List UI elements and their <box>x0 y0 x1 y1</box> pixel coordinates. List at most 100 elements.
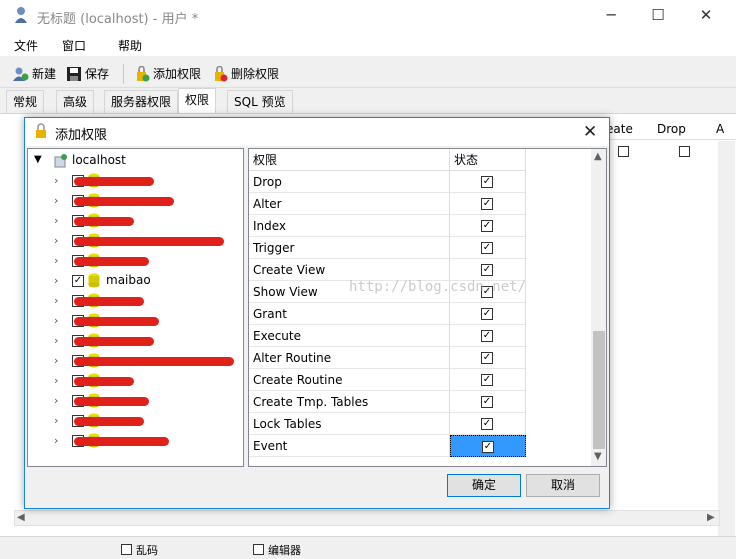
privilege-row[interactable]: Event ✓ <box>249 435 527 457</box>
tree-expand-icon[interactable]: › <box>54 294 58 307</box>
status-cell[interactable]: ✓ <box>450 237 526 259</box>
bg-create-checkbox[interactable] <box>618 146 629 157</box>
tree-database-item[interactable]: › <box>28 391 243 411</box>
scroll-left-arrow-icon[interactable]: ◀ <box>17 512 25 523</box>
bottom-left-checkbox[interactable] <box>121 544 132 555</box>
col-header-status[interactable]: 状态 <box>450 149 526 171</box>
status-checkbox[interactable]: ✓ <box>481 330 493 342</box>
menu-window[interactable]: 窗口 <box>62 37 86 54</box>
tree-expand-icon[interactable]: › <box>54 314 58 327</box>
tree-database-item[interactable]: › <box>28 311 243 331</box>
database-tree[interactable]: ▼ localhost › › › › › › ✓ maibao › › › › › › › › <box>27 148 244 467</box>
minimize-button[interactable]: ─ <box>588 0 634 32</box>
tree-database-item[interactable]: › <box>28 231 243 251</box>
scroll-down-arrow-icon[interactable]: ▼ <box>594 451 602 462</box>
tree-database-item[interactable]: › <box>28 251 243 271</box>
tree-database-item[interactable]: › <box>28 371 243 391</box>
status-cell[interactable]: ✓ <box>450 259 526 281</box>
tree-expand-icon[interactable]: › <box>54 174 58 187</box>
privilege-row[interactable]: Create Tmp. Tables ✓ <box>249 391 527 413</box>
status-checkbox[interactable]: ✓ <box>481 242 493 254</box>
database-checkbox[interactable]: ✓ <box>72 275 84 287</box>
status-cell[interactable]: ✓ <box>450 391 526 413</box>
tree-database-item[interactable]: › <box>28 431 243 451</box>
main-horizontal-scrollbar[interactable]: ◀ ▶ <box>14 510 720 526</box>
tree-expand-icon[interactable]: › <box>54 374 58 387</box>
delete-privilege-button[interactable]: 删除权限 <box>212 65 279 82</box>
status-checkbox[interactable]: ✓ <box>481 396 493 408</box>
status-cell[interactable]: ✓ <box>450 369 526 391</box>
status-checkbox[interactable]: ✓ <box>482 441 494 453</box>
status-checkbox[interactable]: ✓ <box>481 308 493 320</box>
privilege-name: Event <box>249 435 450 457</box>
status-checkbox[interactable]: ✓ <box>481 220 493 232</box>
tree-database-item[interactable]: › <box>28 331 243 351</box>
tree-expand-icon[interactable]: › <box>54 334 58 347</box>
tree-root[interactable]: ▼ localhost <box>28 151 243 171</box>
privilege-row[interactable]: Create View ✓ <box>249 259 527 281</box>
maximize-button[interactable]: ☐ <box>635 0 681 32</box>
menu-help[interactable]: 帮助 <box>118 37 142 54</box>
tree-database-item[interactable]: › <box>28 411 243 431</box>
tree-database-item[interactable]: › <box>28 191 243 211</box>
scroll-up-arrow-icon[interactable]: ▲ <box>594 151 602 162</box>
status-cell[interactable]: ✓ <box>450 215 526 237</box>
privilege-row[interactable]: Grant ✓ <box>249 303 527 325</box>
grid-scroll-thumb[interactable] <box>593 331 605 449</box>
menu-file[interactable]: 文件 <box>14 37 38 54</box>
save-button[interactable]: 保存 <box>66 65 109 82</box>
ok-button[interactable]: 确定 <box>447 474 521 497</box>
new-button[interactable]: 新建 <box>13 65 56 82</box>
bottom-right-checkbox[interactable] <box>253 544 264 555</box>
privilege-row[interactable]: Drop ✓ <box>249 171 527 193</box>
privilege-row[interactable]: Index ✓ <box>249 215 527 237</box>
status-cell[interactable]: ✓ <box>450 303 526 325</box>
status-checkbox[interactable]: ✓ <box>481 352 493 364</box>
tree-database-item[interactable]: › <box>28 291 243 311</box>
tree-collapse-icon[interactable]: ▼ <box>34 154 42 165</box>
status-cell[interactable]: ✓ <box>450 347 526 369</box>
tree-expand-icon[interactable]: › <box>54 434 58 447</box>
tree-database-item[interactable]: › <box>28 351 243 371</box>
privilege-row[interactable]: Alter ✓ <box>249 193 527 215</box>
status-checkbox[interactable]: ✓ <box>481 418 493 430</box>
status-cell[interactable]: ✓ <box>450 171 526 193</box>
main-vertical-scrollbar[interactable] <box>718 141 735 536</box>
add-privilege-button[interactable]: 添加权限 <box>134 65 201 82</box>
privilege-row[interactable]: Create Routine ✓ <box>249 369 527 391</box>
dialog-close-button[interactable]: ✕ <box>583 122 597 142</box>
bg-drop-checkbox[interactable] <box>679 146 690 157</box>
status-checkbox[interactable]: ✓ <box>481 198 493 210</box>
status-cell[interactable]: ✓ <box>450 435 526 457</box>
tree-database-item[interactable]: › <box>28 211 243 231</box>
status-checkbox[interactable]: ✓ <box>481 264 493 276</box>
privilege-row[interactable]: Execute ✓ <box>249 325 527 347</box>
privilege-row[interactable]: Trigger ✓ <box>249 237 527 259</box>
privilege-row[interactable]: Alter Routine ✓ <box>249 347 527 369</box>
scroll-right-arrow-icon[interactable]: ▶ <box>707 512 715 523</box>
tab-sql-preview[interactable]: SQL 预览 <box>227 90 293 114</box>
status-cell[interactable]: ✓ <box>450 325 526 347</box>
tree-expand-icon[interactable]: › <box>54 194 58 207</box>
tree-database-item[interactable]: › ✓ maibao <box>28 271 243 291</box>
tree-expand-icon[interactable]: › <box>54 274 58 287</box>
tab-privileges[interactable]: 权限 <box>178 88 217 114</box>
status-checkbox[interactable]: ✓ <box>481 374 493 386</box>
close-button[interactable]: ✕ <box>683 0 729 32</box>
privilege-row[interactable]: Lock Tables ✓ <box>249 413 527 435</box>
tree-expand-icon[interactable]: › <box>54 354 58 367</box>
tree-expand-icon[interactable]: › <box>54 414 58 427</box>
tree-expand-icon[interactable]: › <box>54 394 58 407</box>
tree-expand-icon[interactable]: › <box>54 254 58 267</box>
status-cell[interactable]: ✓ <box>450 413 526 435</box>
tab-general[interactable]: 常规 <box>6 90 45 114</box>
tree-expand-icon[interactable]: › <box>54 214 58 227</box>
status-checkbox[interactable]: ✓ <box>481 176 493 188</box>
tree-database-item[interactable]: › <box>28 171 243 191</box>
tree-expand-icon[interactable]: › <box>54 234 58 247</box>
col-header-privilege[interactable]: 权限 <box>249 149 450 171</box>
tab-advanced[interactable]: 高级 <box>56 90 95 114</box>
tab-server-privileges[interactable]: 服务器权限 <box>104 90 179 114</box>
status-cell[interactable]: ✓ <box>450 193 526 215</box>
cancel-button[interactable]: 取消 <box>526 474 600 497</box>
